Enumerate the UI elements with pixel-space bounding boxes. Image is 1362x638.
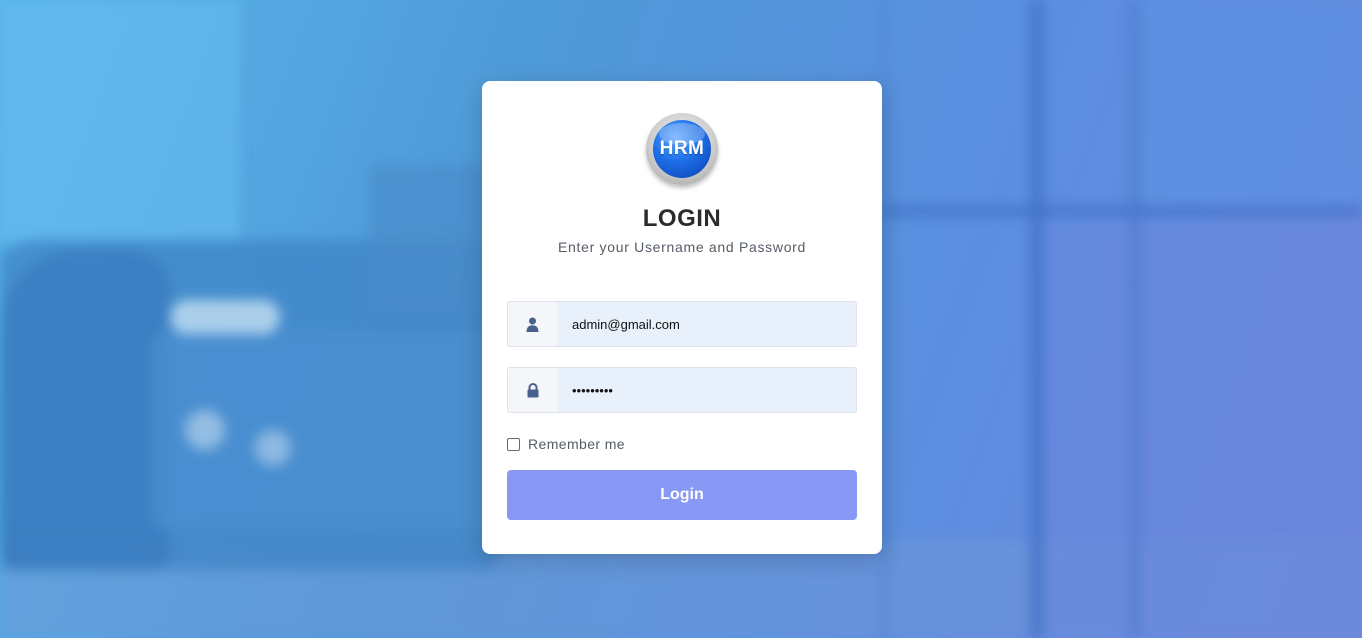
remember-me-checkbox[interactable] <box>507 437 520 451</box>
password-input[interactable] <box>558 368 856 412</box>
page-title: LOGIN <box>642 205 722 232</box>
lock-icon <box>508 368 558 412</box>
page-subtitle: Enter your Username and Password <box>557 239 807 255</box>
user-icon <box>508 302 558 346</box>
login-button[interactable]: Login <box>507 470 857 520</box>
remember-me-row[interactable]: Remember me <box>507 436 857 452</box>
logo-text: HRM <box>659 138 705 159</box>
username-input[interactable] <box>558 302 856 346</box>
login-card: HRM LOGIN Enter your Username and Passwo… <box>482 81 882 554</box>
remember-me-label[interactable]: Remember me <box>528 436 625 452</box>
hrm-logo: HRM <box>646 113 718 185</box>
username-field-group <box>507 301 857 347</box>
password-field-group <box>507 367 857 413</box>
